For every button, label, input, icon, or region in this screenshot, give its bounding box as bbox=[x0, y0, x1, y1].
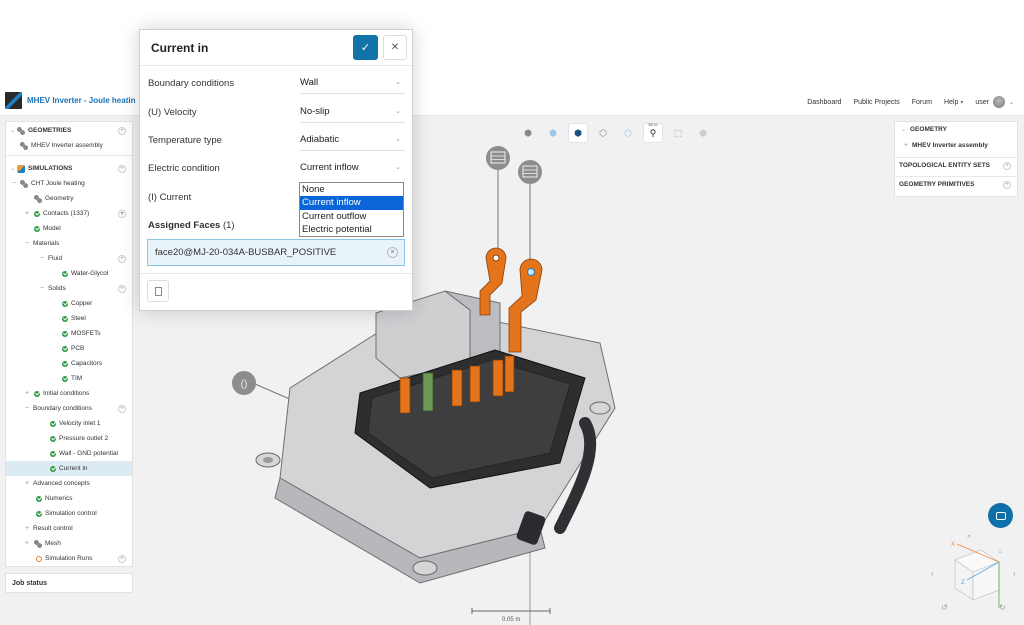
cube-outline-icon: ⬡ bbox=[624, 127, 632, 138]
home-icon[interactable]: ⌂ bbox=[998, 548, 1002, 555]
assigned-faces-heading: Assigned Faces (1) bbox=[148, 220, 235, 231]
hide-button[interactable]: ⬢ bbox=[693, 123, 713, 143]
option-current-inflow[interactable]: Current inflow bbox=[300, 196, 403, 210]
close-button[interactable]: ✕ bbox=[383, 35, 407, 60]
geometry-assembly-item[interactable]: + MHEV Inverter assembly bbox=[895, 142, 1017, 149]
chevron-down-icon: ⌄ bbox=[395, 108, 401, 115]
trash-icon bbox=[154, 286, 162, 296]
expand-icon[interactable]: + bbox=[903, 142, 909, 149]
view-edges-button[interactable]: ⬢ bbox=[568, 123, 588, 143]
temperature-type-select[interactable]: Adiabatic ⌄ bbox=[300, 131, 405, 151]
scale-label: 0.05 m bbox=[502, 617, 521, 623]
contact-marker[interactable]: () bbox=[232, 371, 256, 395]
chevron-down-icon[interactable]: ⌄ bbox=[901, 126, 908, 133]
beta-badge: BETA bbox=[648, 123, 658, 127]
electric-condition-select[interactable]: Current inflow ⌄ bbox=[300, 159, 405, 179]
delete-button[interactable] bbox=[147, 280, 169, 302]
geometry-section-label: GEOMETRY bbox=[910, 126, 947, 133]
current-label: (I) Current bbox=[148, 192, 192, 203]
cube-hidden-icon: ⬢ bbox=[699, 127, 707, 138]
cube-points-icon: ⬡ bbox=[599, 127, 607, 138]
boundary-condition-dialog: Current in ✓ ✕ Boundary conditions Wall … bbox=[139, 29, 413, 311]
topological-sets-label: TOPOLOGICAL ENTITY SETS bbox=[899, 162, 991, 169]
view-solid-button[interactable]: ⬢ bbox=[518, 123, 538, 143]
add-entity-set-icon[interactable]: + bbox=[1003, 162, 1011, 170]
view-outline-button[interactable]: ⬡ bbox=[618, 123, 638, 143]
electric-condition-label: Electric condition bbox=[148, 163, 220, 174]
box-select-icon: ⬚ bbox=[673, 127, 683, 138]
inverter-housing[interactable] bbox=[255, 290, 616, 584]
assigned-faces-label: Assigned Faces bbox=[148, 220, 221, 231]
boundary-conditions-select[interactable]: Wall ⌄ bbox=[300, 74, 405, 94]
velocity-select[interactable]: No-slip ⌄ bbox=[300, 103, 405, 123]
probe-point-button[interactable]: BETA ⚲ bbox=[643, 123, 663, 143]
x-axis-label: X bbox=[951, 542, 955, 548]
box-select-button[interactable]: ⬚ bbox=[668, 123, 688, 143]
view-cube[interactable] bbox=[954, 549, 1000, 601]
cube-edges-icon: ⬢ bbox=[574, 127, 582, 138]
option-none[interactable]: None bbox=[300, 183, 403, 196]
select-value: Adiabatic bbox=[300, 134, 340, 145]
geometry-section-header[interactable]: ⌄ GEOMETRY bbox=[895, 126, 1017, 133]
close-icon: ✕ bbox=[390, 42, 400, 53]
view-toolbar: ⬢ ⬢ ⬢ ⬡ ⬡ BETA ⚲ ⬚ ⬢ bbox=[518, 123, 713, 143]
divider bbox=[895, 157, 1017, 158]
select-value: Wall bbox=[300, 77, 319, 88]
electric-condition-dropdown[interactable]: None Current inflow Current outflow Elec… bbox=[299, 182, 404, 237]
rotate-ccw-icon[interactable]: ↺ bbox=[941, 603, 948, 612]
rotate-up-icon[interactable]: ^ bbox=[967, 535, 971, 542]
pin-icon: ⚲ bbox=[649, 127, 657, 138]
view-transparent-button[interactable]: ⬢ bbox=[543, 123, 563, 143]
select-value: Current inflow bbox=[300, 162, 359, 173]
geometry-primitives-label: GEOMETRY PRIMITIVES bbox=[899, 181, 975, 188]
divider bbox=[140, 273, 412, 274]
z-axis-label: Z bbox=[961, 580, 965, 586]
boundary-conditions-label: Boundary conditions bbox=[148, 78, 235, 89]
rotate-left-icon[interactable]: ‹ bbox=[931, 569, 934, 578]
select-value: No-slip bbox=[300, 106, 330, 117]
temperature-type-label: Temperature type bbox=[148, 135, 222, 146]
rotate-right-icon[interactable]: › bbox=[1013, 569, 1016, 578]
chevron-down-icon: ⌄ bbox=[395, 164, 401, 171]
option-electric-potential[interactable]: Electric potential bbox=[300, 223, 403, 236]
chat-icon bbox=[995, 511, 1006, 520]
chat-button[interactable] bbox=[988, 503, 1013, 528]
velocity-label: (U) Velocity bbox=[148, 107, 197, 118]
assigned-faces-count: (1) bbox=[222, 220, 235, 231]
option-current-outflow[interactable]: Current outflow bbox=[300, 210, 403, 223]
wall-bc-marker[interactable] bbox=[518, 160, 542, 184]
chevron-down-icon: ⌄ bbox=[395, 136, 401, 143]
confirm-button[interactable]: ✓ bbox=[353, 35, 378, 60]
remove-face-icon[interactable]: × bbox=[387, 247, 398, 258]
add-primitive-icon[interactable]: + bbox=[1003, 181, 1011, 189]
scale-bar bbox=[471, 608, 551, 614]
divider bbox=[895, 176, 1017, 177]
navigation-cube[interactable]: ^ ‹ › ⌂ ↺ ↻ X Z bbox=[925, 528, 1020, 618]
topological-sets-header[interactable]: TOPOLOGICAL ENTITY SETS + bbox=[895, 162, 1017, 170]
view-points-button[interactable]: ⬡ bbox=[593, 123, 613, 143]
chevron-down-icon: ⌄ bbox=[395, 79, 401, 86]
dialog-title: Current in bbox=[151, 41, 209, 55]
assigned-face-label: face20@MJ-20-034A-BUSBAR_POSITIVE bbox=[155, 247, 337, 258]
divider bbox=[140, 65, 412, 66]
svg-text:(): () bbox=[241, 379, 248, 390]
geometry-primitives-header[interactable]: GEOMETRY PRIMITIVES + bbox=[895, 181, 1017, 189]
cube-transparent-icon: ⬢ bbox=[549, 127, 557, 138]
geometry-item-label: MHEV Inverter assembly bbox=[912, 142, 988, 149]
rotate-cw-icon[interactable]: ↻ bbox=[999, 603, 1006, 612]
geometry-panel: ⌄ GEOMETRY + MHEV Inverter assembly TOPO… bbox=[894, 121, 1018, 197]
wall-bc-marker[interactable] bbox=[486, 146, 510, 170]
cube-icon: ⬢ bbox=[524, 127, 532, 138]
check-icon: ✓ bbox=[360, 42, 371, 54]
assigned-face-item[interactable]: face20@MJ-20-034A-BUSBAR_POSITIVE × bbox=[147, 239, 405, 266]
